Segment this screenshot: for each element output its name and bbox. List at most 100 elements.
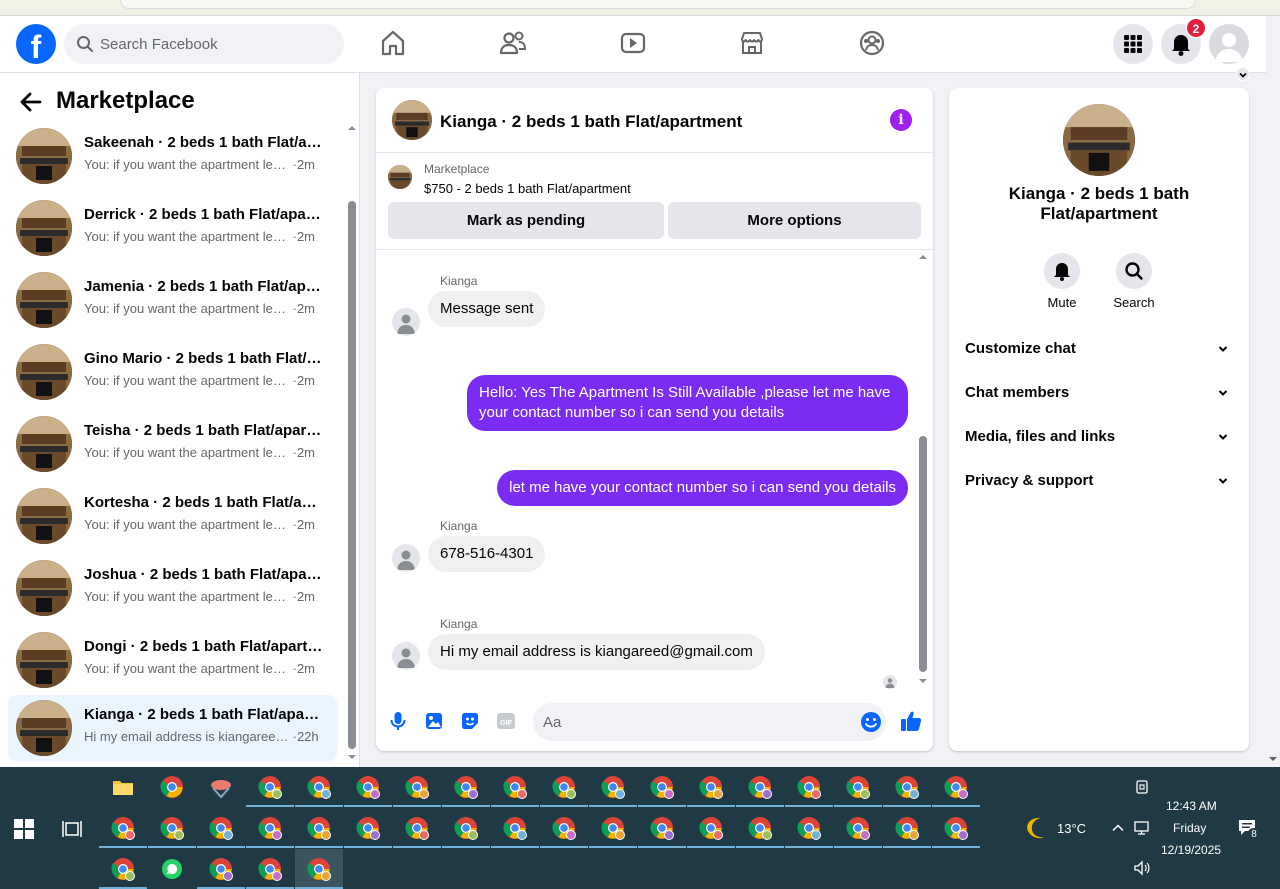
message-bubble-incoming[interactable]: Message sent — [428, 291, 546, 327]
search-action[interactable]: Search — [1104, 253, 1164, 310]
media-files-links-section[interactable]: Media, files and links — [965, 422, 1233, 452]
thumbs-up-icon[interactable] — [899, 709, 923, 733]
menu-button[interactable] — [1113, 24, 1153, 64]
conversation-item[interactable]: Joshua · 2 beds 1 bath Flat/apartment Yo… — [8, 555, 337, 621]
message-bubble-incoming[interactable]: 678-516-4301 — [428, 536, 546, 572]
chrome-profile-icon[interactable] — [883, 808, 931, 848]
chrome-profile-icon[interactable] — [589, 808, 637, 848]
chrome-profile-icon[interactable] — [687, 808, 735, 848]
sticker-icon[interactable] — [459, 710, 481, 732]
clock-date[interactable]: 12/19/2025 — [1161, 843, 1221, 857]
scrollbar-thumb[interactable] — [919, 436, 927, 672]
chrome-profile-icon[interactable] — [736, 767, 784, 807]
search-input[interactable] — [100, 24, 330, 64]
chrome-profile-icon[interactable] — [491, 808, 539, 848]
clock-day[interactable]: Friday — [1173, 821, 1206, 835]
chrome-profile-icon[interactable] — [785, 767, 833, 807]
chrome-profile-icon[interactable] — [883, 767, 931, 807]
sender-avatar[interactable] — [392, 544, 420, 572]
listing-mini-thumbnail[interactable] — [388, 165, 412, 189]
chrome-profile-icon[interactable] — [197, 849, 245, 889]
file-explorer-icon[interactable] — [99, 767, 147, 807]
chrome-profile-icon[interactable] — [246, 808, 294, 848]
listing-price-title[interactable]: $750 - 2 beds 1 bath Flat/apartment — [424, 181, 631, 196]
scrollbar-thumb[interactable] — [348, 201, 356, 749]
more-options-button[interactable]: More options — [668, 202, 921, 239]
back-arrow-icon[interactable] — [18, 89, 44, 115]
groups-icon[interactable] — [857, 28, 887, 58]
sidebar-scrollbar[interactable] — [346, 123, 358, 763]
chrome-profile-icon[interactable] — [589, 767, 637, 807]
chrome-profile-icon[interactable] — [344, 767, 392, 807]
sender-avatar[interactable] — [392, 642, 420, 670]
clock-time[interactable]: 12:43 AM — [1166, 799, 1217, 813]
scroll-down-arrow-icon[interactable] — [1268, 754, 1278, 764]
scroll-down-arrow-icon[interactable] — [918, 676, 928, 686]
profile-avatar[interactable] — [1209, 24, 1249, 64]
conversation-item[interactable]: Sakeenah · 2 beds 1 bath Flat/apartment … — [8, 123, 337, 189]
facebook-logo[interactable]: f — [16, 24, 56, 64]
listing-large-thumbnail[interactable] — [1063, 104, 1135, 176]
conversation-item[interactable]: Teisha · 2 beds 1 bath Flat/apartment Yo… — [8, 411, 337, 477]
conversation-item-selected[interactable]: Kianga · 2 beds 1 bath Flat/apartment Hi… — [8, 695, 337, 761]
chrome-profile-icon[interactable] — [834, 767, 882, 807]
conversation-item[interactable]: Derrick · 2 beds 1 bath Flat/apartment Y… — [8, 195, 337, 261]
gif-icon[interactable]: GIF — [495, 710, 517, 732]
sender-avatar[interactable] — [392, 308, 420, 336]
chrome-profile-icon[interactable] — [687, 767, 735, 807]
account-menu-caret[interactable] — [1236, 67, 1250, 81]
volume-icon[interactable] — [1133, 860, 1151, 876]
chrome-icon[interactable] — [148, 767, 196, 807]
chrome-profile-icon[interactable] — [246, 849, 294, 889]
windows-start-icon[interactable] — [14, 819, 34, 839]
page-scrollbar[interactable] — [1266, 16, 1280, 767]
chrome-profile-icon[interactable] — [736, 808, 784, 848]
chrome-profile-icon[interactable] — [197, 808, 245, 848]
privacy-support-section[interactable]: Privacy & support — [965, 466, 1233, 496]
mark-as-pending-button[interactable]: Mark as pending — [388, 202, 664, 239]
chrome-profile-icon[interactable] — [491, 767, 539, 807]
message-bubble-outgoing[interactable]: Hello: Yes The Apartment Is Still Availa… — [467, 375, 908, 431]
chat-scrollbar[interactable] — [916, 250, 930, 690]
chrome-profile-icon[interactable] — [785, 808, 833, 848]
chrome-profile-icon[interactable] — [834, 808, 882, 848]
chrome-profile-icon[interactable] — [932, 808, 980, 848]
chrome-profile-icon[interactable] — [246, 767, 294, 807]
chrome-profile-icon[interactable] — [540, 767, 588, 807]
chat-title[interactable]: Kianga · 2 beds 1 bath Flat/apartment — [440, 112, 742, 132]
microphone-icon[interactable] — [387, 710, 409, 732]
chrome-profile-icon[interactable] — [148, 808, 196, 848]
conversation-item[interactable]: Dongi · 2 beds 1 bath Flat/apartment You… — [8, 627, 337, 693]
weather-temperature[interactable]: 13°C — [1057, 821, 1086, 836]
home-icon[interactable] — [378, 28, 408, 58]
chat-listing-thumbnail[interactable] — [392, 100, 432, 140]
emoji-icon[interactable] — [860, 711, 882, 733]
chrome-profile-icon[interactable] — [540, 808, 588, 848]
marketplace-icon[interactable] — [737, 28, 767, 58]
scroll-down-arrow-icon[interactable] — [347, 752, 357, 762]
message-input[interactable] — [543, 703, 843, 741]
chat-members-section[interactable]: Chat members — [965, 378, 1233, 408]
chrome-profile-icon[interactable] — [99, 849, 147, 889]
message-input-box[interactable] — [533, 703, 886, 741]
scroll-up-arrow-icon[interactable] — [347, 123, 357, 133]
info-icon[interactable]: i — [890, 109, 912, 131]
network-icon[interactable] — [1133, 819, 1151, 837]
friends-icon[interactable] — [498, 28, 528, 58]
mute-action[interactable]: Mute — [1032, 253, 1092, 310]
chrome-profile-icon-active[interactable] — [295, 849, 343, 889]
chrome-profile-icon[interactable] — [393, 808, 441, 848]
message-bubble-incoming[interactable]: Hi my email address is kiangareed@gmail.… — [428, 634, 765, 670]
conversation-item[interactable]: Kortesha · 2 beds 1 bath Flat/apartment … — [8, 483, 337, 549]
chevron-up-icon[interactable] — [1111, 821, 1125, 835]
scroll-up-arrow-icon[interactable] — [918, 252, 928, 262]
whatsapp-icon[interactable] — [148, 849, 196, 889]
chrome-profile-icon[interactable] — [295, 767, 343, 807]
chrome-profile-icon[interactable] — [99, 808, 147, 848]
photo-icon[interactable] — [423, 710, 445, 732]
conversation-item[interactable]: Gino Mario · 2 beds 1 bath Flat/apartmen… — [8, 339, 337, 405]
chrome-profile-icon[interactable] — [393, 767, 441, 807]
chrome-profile-icon[interactable] — [638, 808, 686, 848]
chrome-profile-icon[interactable] — [442, 808, 490, 848]
moon-weather-icon[interactable] — [1024, 815, 1050, 841]
